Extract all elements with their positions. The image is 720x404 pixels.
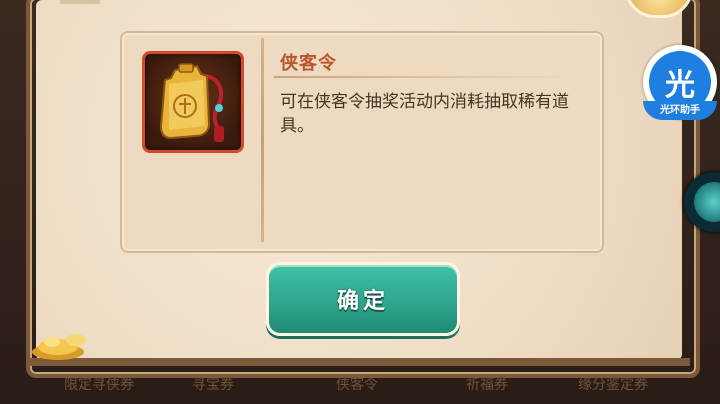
tab-blessing-ticket[interactable]: 祈福券 <box>466 374 508 394</box>
gold-ingot-icon <box>32 334 86 360</box>
tab-xiake-token[interactable]: 侠客令 <box>336 374 378 394</box>
item-description: 可在侠客令抽奖活动内消耗抽取稀有道具。 <box>280 92 569 136</box>
helper-assistant-badge[interactable]: 光 光环助手 <box>643 45 717 125</box>
helper-label: 光环助手 <box>643 101 717 120</box>
panel-top-strip <box>60 0 100 4</box>
tab-treasure-ticket[interactable]: 寻宝券 <box>192 374 234 394</box>
confirm-button-label: 确定 <box>336 289 389 314</box>
panel-bottom-edge <box>30 358 690 366</box>
item-icon-frame <box>142 51 244 153</box>
confirm-button[interactable]: 确定 <box>266 262 460 336</box>
tab-fate-ticket[interactable]: 缘分鉴定券 <box>578 374 648 394</box>
token-icon <box>159 63 224 142</box>
orb-icon <box>694 182 720 222</box>
title-underline <box>274 76 574 78</box>
item-name: 侠客令 <box>280 53 337 74</box>
card-divider <box>261 38 264 242</box>
bottom-tab-bar: 限定寻侠券 寻宝券 侠客令 祈福券 缘分鉴定券 <box>0 368 720 404</box>
tab-limited-ticket[interactable]: 限定寻侠券 <box>64 374 134 394</box>
